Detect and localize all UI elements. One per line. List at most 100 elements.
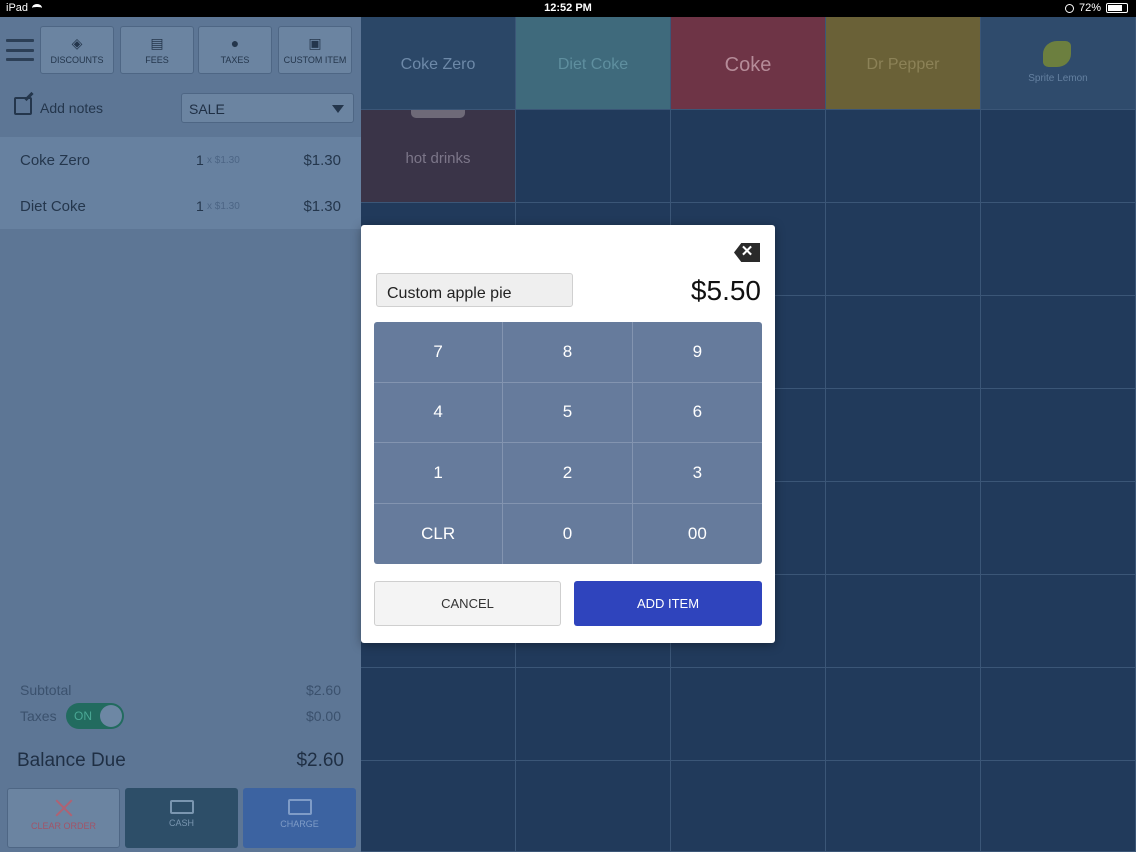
order-toolbar: ◈ DISCOUNTS ▤ FEES ● TAXES ▣ CUSTOM ITEM bbox=[0, 17, 361, 80]
category-label: hot drinks bbox=[405, 150, 471, 167]
product-tile-sprite-lemon[interactable]: Sprite Lemon bbox=[981, 17, 1136, 110]
empty-tile[interactable] bbox=[671, 110, 826, 203]
empty-tile[interactable] bbox=[826, 482, 981, 575]
balance-due-value: $2.60 bbox=[296, 750, 344, 771]
balance-due-row: Balance Due $2.60 bbox=[0, 747, 361, 777]
credit-card-icon bbox=[287, 799, 312, 815]
key-6[interactable]: 6 bbox=[632, 383, 762, 443]
product-label: Sprite Lemon bbox=[1028, 73, 1088, 84]
order-panel: ◈ DISCOUNTS ▤ FEES ● TAXES ▣ CUSTOM ITEM… bbox=[0, 17, 361, 852]
key-8[interactable]: 8 bbox=[503, 322, 633, 383]
battery-icon bbox=[1106, 3, 1128, 13]
empty-tile[interactable] bbox=[826, 668, 981, 761]
product-label: Coke Zero bbox=[400, 56, 476, 73]
basket-icon: ▣ bbox=[308, 35, 322, 51]
empty-tile[interactable] bbox=[516, 110, 671, 203]
empty-tile[interactable] bbox=[516, 761, 671, 852]
fees-button[interactable]: ▤ FEES bbox=[120, 26, 194, 74]
empty-tile[interactable] bbox=[826, 110, 981, 203]
empty-tile[interactable] bbox=[826, 296, 981, 389]
empty-tile[interactable] bbox=[826, 203, 981, 296]
numeric-keypad: 7 8 9 4 5 6 1 2 3 CLR 0 00 bbox=[374, 322, 762, 564]
backspace-icon: ✕ bbox=[740, 243, 754, 260]
order-line-item[interactable]: Coke Zero 1 x $1.30 $1.30 bbox=[0, 137, 361, 183]
key-4[interactable]: 4 bbox=[374, 382, 504, 443]
taxes-label: Taxes bbox=[20, 708, 57, 724]
add-notes-link[interactable]: Add notes bbox=[40, 100, 103, 116]
custom-item-button[interactable]: ▣ CUSTOM ITEM bbox=[278, 26, 352, 74]
empty-tile[interactable] bbox=[981, 203, 1136, 296]
empty-tile[interactable] bbox=[981, 110, 1136, 203]
product-label: Dr Pepper bbox=[866, 56, 940, 73]
edit-notes-icon[interactable] bbox=[14, 97, 32, 115]
taxes-toggle[interactable]: ON bbox=[66, 703, 124, 729]
subtotal-value: $2.60 bbox=[305, 682, 341, 698]
empty-tile[interactable] bbox=[671, 761, 826, 852]
close-icon bbox=[52, 799, 76, 817]
balance-due-label: Balance Due bbox=[17, 750, 126, 771]
key-0[interactable]: 0 bbox=[503, 503, 633, 564]
line-item-total: $1.30 bbox=[303, 198, 341, 215]
key-7[interactable]: 7 bbox=[374, 322, 504, 383]
order-line-item[interactable]: Diet Coke 1 x $1.30 $1.30 bbox=[0, 183, 361, 229]
line-item-unit-price: x $1.30 bbox=[207, 201, 240, 212]
menu-icon[interactable] bbox=[6, 39, 34, 61]
taxes-row: Taxes ON $0.00 bbox=[0, 703, 361, 729]
cancel-button[interactable]: CANCEL bbox=[374, 581, 561, 626]
key-clear[interactable]: CLR bbox=[374, 503, 504, 564]
line-item-qty: 1 bbox=[196, 152, 204, 168]
status-bar: iPad 12:52 PM 72% bbox=[0, 0, 1136, 17]
product-tile-dr-pepper[interactable]: Dr Pepper bbox=[826, 17, 981, 110]
product-tile-coke-zero[interactable]: Coke Zero bbox=[361, 17, 516, 110]
empty-tile[interactable] bbox=[826, 761, 981, 852]
lemon-icon bbox=[1043, 41, 1071, 67]
empty-tile[interactable] bbox=[826, 389, 981, 482]
key-00[interactable]: 00 bbox=[633, 504, 762, 565]
product-label: Coke bbox=[724, 54, 772, 76]
order-list: Coke Zero 1 x $1.30 $1.30 Diet Coke 1 x … bbox=[0, 137, 361, 229]
item-name-input[interactable] bbox=[376, 273, 573, 307]
sale-type-select[interactable]: SALE bbox=[181, 93, 354, 123]
line-item-unit-price: x $1.30 bbox=[207, 155, 240, 166]
product-tile-diet-coke[interactable]: Diet Coke bbox=[516, 17, 671, 110]
empty-tile[interactable] bbox=[981, 296, 1136, 389]
line-item-total: $1.30 bbox=[303, 152, 341, 169]
cash-button[interactable]: CASH bbox=[125, 788, 238, 848]
empty-tile[interactable] bbox=[671, 668, 826, 761]
empty-tile[interactable] bbox=[361, 761, 516, 852]
empty-tile[interactable] bbox=[981, 389, 1136, 482]
empty-tile[interactable] bbox=[981, 482, 1136, 575]
add-item-button[interactable]: ADD ITEM bbox=[574, 581, 762, 626]
totals: Subtotal $2.60 Taxes ON $0.00 bbox=[0, 677, 361, 729]
key-5[interactable]: 5 bbox=[503, 382, 633, 443]
notes-row: Add notes SALE bbox=[0, 93, 361, 125]
battery-percent: 72% bbox=[1078, 2, 1101, 14]
clear-order-button[interactable]: CLEAR ORDER bbox=[7, 788, 120, 848]
payment-buttons: CLEAR ORDER CASH CHARGE bbox=[0, 788, 361, 848]
empty-tile[interactable] bbox=[981, 575, 1136, 668]
empty-tile[interactable] bbox=[981, 761, 1136, 852]
coin-icon: ● bbox=[230, 35, 240, 51]
discounts-button[interactable]: ◈ DISCOUNTS bbox=[40, 26, 114, 74]
key-2[interactable]: 2 bbox=[503, 443, 633, 504]
empty-tile[interactable] bbox=[516, 668, 671, 761]
custom-item-dialog: ✕ $5.50 7 8 9 4 5 6 1 2 3 CLR 0 00 CANCE… bbox=[361, 225, 775, 643]
subtotal-label: Subtotal bbox=[20, 682, 72, 698]
taxes-button[interactable]: ● TAXES bbox=[198, 26, 272, 74]
category-tile-hot-drinks[interactable]: hot drinks bbox=[361, 110, 516, 203]
empty-tile[interactable] bbox=[981, 668, 1136, 761]
product-tile-coke[interactable]: Coke bbox=[671, 17, 826, 110]
key-1[interactable]: 1 bbox=[374, 443, 504, 504]
charge-button[interactable]: CHARGE bbox=[243, 788, 356, 848]
empty-tile[interactable] bbox=[826, 575, 981, 668]
cup-icon bbox=[411, 110, 465, 118]
empty-tile[interactable] bbox=[361, 668, 516, 761]
sale-type-value: SALE bbox=[189, 101, 225, 117]
item-price: $5.50 bbox=[690, 275, 761, 306]
receipt-icon: ▤ bbox=[150, 35, 164, 51]
key-9[interactable]: 9 bbox=[632, 322, 762, 383]
taxes-value: $0.00 bbox=[305, 708, 341, 724]
tag-icon: ◈ bbox=[71, 35, 83, 51]
product-label: Diet Coke bbox=[557, 56, 629, 73]
key-3[interactable]: 3 bbox=[632, 443, 762, 504]
